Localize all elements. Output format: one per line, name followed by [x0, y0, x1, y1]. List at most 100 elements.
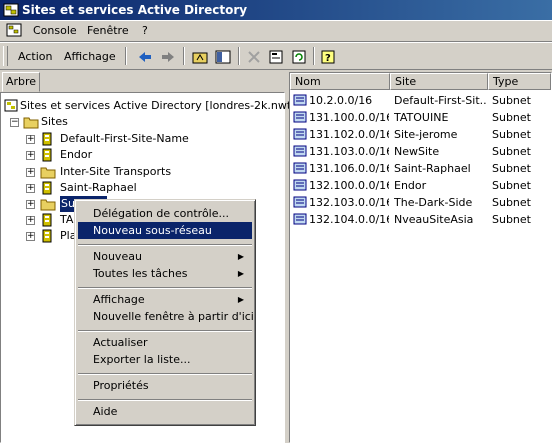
- expand-toggle[interactable]: +: [26, 216, 35, 225]
- subnet-icon: [293, 179, 307, 191]
- list-row[interactable]: 132.103.0.0/16 The-Dark-Side Subnet: [290, 194, 552, 211]
- tab-tree[interactable]: Arbre: [2, 72, 40, 92]
- site-icon: [42, 132, 52, 146]
- svg-text:?: ?: [325, 53, 331, 64]
- action-menu[interactable]: Action: [18, 50, 52, 63]
- cell-name: 131.106.0.0/16: [309, 162, 389, 175]
- submenu-arrow-icon: ▶: [237, 295, 244, 304]
- tree-label-sites: Sites: [41, 115, 68, 128]
- column-header-type[interactable]: Type: [488, 73, 551, 90]
- cell-type: Subnet: [492, 162, 531, 175]
- list-row[interactable]: 10.2.0.0/16 Default-First-Sit... Subnet: [290, 92, 552, 109]
- cell-site: TATOUINE: [394, 111, 449, 124]
- toolbar: Action Affichage ?: [0, 42, 552, 70]
- cell-type: Subnet: [492, 179, 531, 192]
- forward-button[interactable]: [158, 47, 178, 67]
- cell-site: Default-First-Sit...: [394, 94, 486, 107]
- cell-type: Subnet: [492, 145, 531, 158]
- tree-item-label: Endor: [60, 148, 93, 161]
- up-level-button[interactable]: [190, 47, 210, 67]
- back-button[interactable]: [135, 47, 155, 67]
- properties-button[interactable]: [266, 47, 286, 67]
- toolbar-separator: [183, 47, 185, 65]
- folder-up-icon: [192, 52, 208, 64]
- forward-arrow-icon: [162, 52, 174, 62]
- site-icon: [42, 229, 52, 243]
- list-row[interactable]: 131.103.0.0/16 NewSite Subnet: [290, 143, 552, 160]
- menu-item-all-tasks[interactable]: Toutes les tâches ▶: [78, 265, 252, 282]
- menu-separator: [78, 287, 252, 289]
- expand-toggle[interactable]: +: [26, 135, 35, 144]
- subnet-icon: [293, 128, 307, 140]
- expand-toggle[interactable]: +: [26, 168, 35, 177]
- cell-site: NveauSiteAsia: [394, 213, 474, 226]
- menu-item-new-subnet[interactable]: Nouveau sous-réseau: [78, 222, 252, 239]
- toolbar-separator: [313, 47, 315, 65]
- cell-site: NewSite: [394, 145, 440, 158]
- collapse-sites-toggle[interactable]: −: [10, 118, 19, 127]
- site-icon: [42, 213, 52, 227]
- title-bar[interactable]: Sites et services Active Directory: [0, 0, 552, 20]
- menu-item-view[interactable]: Affichage ▶: [78, 291, 252, 308]
- expand-toggle[interactable]: +: [26, 151, 35, 160]
- menu-help[interactable]: ?: [142, 24, 148, 37]
- cell-type: Subnet: [492, 128, 531, 141]
- menu-item-export-list[interactable]: Exporter la liste...: [78, 351, 252, 368]
- list-pane[interactable]: Nom Site Type 10.2.0.0/16 Default-First-S…: [289, 72, 552, 443]
- menu-separator: [78, 330, 252, 332]
- subnet-icon: [293, 94, 307, 106]
- cell-site: The-Dark-Side: [394, 196, 473, 209]
- subnet-icon: [293, 196, 307, 208]
- console-icon[interactable]: [6, 23, 24, 39]
- toolbar-grip[interactable]: [3, 46, 8, 66]
- expand-toggle[interactable]: +: [26, 232, 35, 241]
- subnet-icon: [293, 162, 307, 174]
- expand-toggle[interactable]: +: [26, 184, 35, 193]
- properties-icon: [269, 50, 283, 64]
- menu-bar: Console Fenêtre ?: [0, 20, 552, 42]
- menu-item-refresh[interactable]: Actualiser: [78, 334, 252, 351]
- tree-item-label: TA: [60, 213, 74, 226]
- refresh-button[interactable]: [289, 47, 309, 67]
- cell-name: 132.103.0.0/16: [309, 196, 389, 209]
- menu-separator: [78, 373, 252, 375]
- list-row[interactable]: 131.106.0.0/16 Saint-Raphael Subnet: [290, 160, 552, 177]
- delete-x-icon: [248, 51, 260, 63]
- window-title: Sites et services Active Directory: [22, 3, 248, 17]
- column-header-name[interactable]: Nom: [290, 73, 390, 90]
- menu-window[interactable]: Fenêtre: [87, 24, 129, 37]
- cell-site: Endor: [394, 179, 427, 192]
- cell-site: Site-jerome: [394, 128, 458, 141]
- refresh-icon: [292, 50, 306, 64]
- help-button[interactable]: ?: [318, 47, 338, 67]
- cell-name: 132.100.0.0/16: [309, 179, 389, 192]
- menu-item-delegate-control[interactable]: Délégation de contrôle...: [78, 205, 252, 222]
- column-header-site[interactable]: Site: [390, 73, 488, 90]
- show-hide-tree-button[interactable]: [213, 47, 233, 67]
- list-row[interactable]: 131.100.0.0/16 TATOUINE Subnet: [290, 109, 552, 126]
- cell-name: 10.2.0.0/16: [309, 94, 373, 107]
- list-row[interactable]: 131.102.0.0/16 Site-jerome Subnet: [290, 126, 552, 143]
- subnet-icon: [293, 111, 307, 123]
- menu-console[interactable]: Console: [33, 24, 77, 37]
- tree-item-label: Inter-Site Transports: [60, 165, 172, 178]
- submenu-arrow-icon: ▶: [237, 269, 244, 278]
- toolbar-separator: [125, 47, 127, 65]
- menu-item-new[interactable]: Nouveau ▶: [78, 248, 252, 265]
- list-row[interactable]: 132.100.0.0/16 Endor Subnet: [290, 177, 552, 194]
- back-arrow-icon: [139, 52, 151, 62]
- submenu-arrow-icon: ▶: [237, 252, 244, 261]
- cell-name: 131.102.0.0/16: [309, 128, 389, 141]
- expand-toggle[interactable]: +: [26, 200, 35, 209]
- cell-type: Subnet: [492, 213, 531, 226]
- toolbar-separator: [238, 47, 240, 65]
- menu-item-help[interactable]: Aide: [78, 403, 252, 420]
- context-menu: Délégation de contrôle... Nouveau sous-r…: [74, 199, 256, 426]
- list-row[interactable]: 132.104.0.0/16 NveauSiteAsia Subnet: [290, 211, 552, 228]
- folder-icon: [40, 167, 56, 179]
- subnet-icon: [293, 213, 307, 225]
- menu-item-new-window-here[interactable]: Nouvelle fenêtre à partir d'ici: [78, 308, 254, 325]
- delete-button[interactable]: [244, 47, 264, 67]
- menu-item-properties[interactable]: Propriétés: [78, 377, 252, 394]
- view-menu[interactable]: Affichage: [64, 50, 116, 63]
